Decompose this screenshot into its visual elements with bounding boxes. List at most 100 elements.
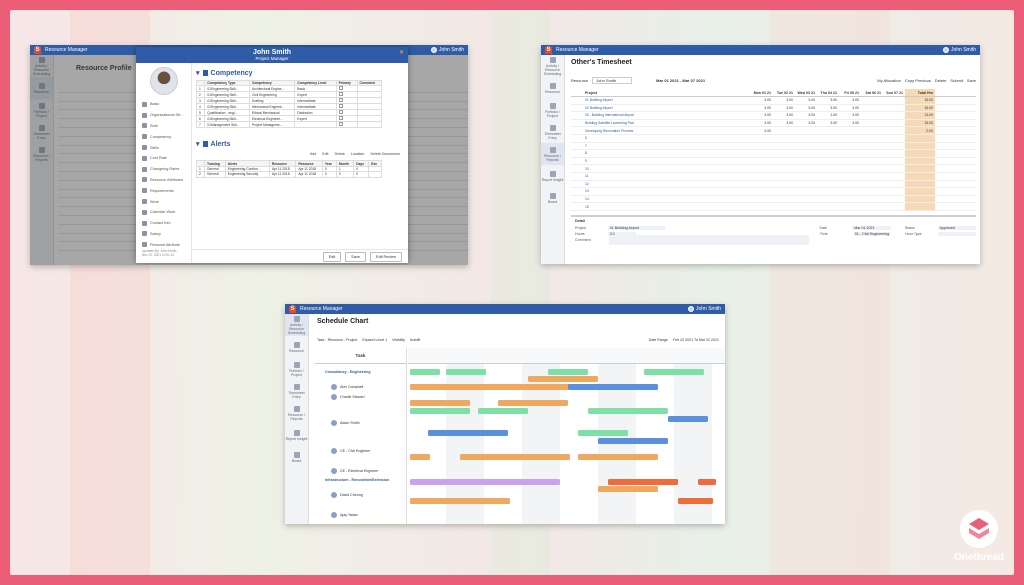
resource-select[interactable]: John Smith [592, 76, 633, 84]
delete-button[interactable]: Delete [334, 152, 344, 156]
sidebar-item-reports[interactable]: Resource / Reports [541, 143, 564, 165]
resource-row[interactable]: Adam Smith [315, 420, 407, 426]
sidebar-item-scheduling[interactable]: Activity / Resource Scheduling [541, 55, 564, 77]
timesheet-row[interactable]: 12 [571, 180, 976, 189]
timesheet-row[interactable]: 15 [571, 203, 976, 211]
nav-item-cost-rate[interactable]: Cost Rate [136, 153, 191, 164]
user-menu[interactable]: John Smith [942, 47, 976, 53]
sidebar-item-resource[interactable]: Resource [541, 77, 564, 99]
nav-item-skills[interactable]: Skills [136, 142, 191, 153]
date-field[interactable]: Mar 01 2021 [852, 225, 891, 231]
timesheet-row[interactable]: 7 [571, 142, 976, 151]
delete-documents-button[interactable]: Delete Documents [370, 152, 400, 156]
resource-row[interactable]: David Cheung [315, 492, 407, 498]
resource-row[interactable]: Ajay Yadav [315, 512, 407, 518]
primary-checkbox[interactable] [338, 116, 343, 121]
nav-item-calendar[interactable]: Calendar Work [136, 207, 191, 218]
copy-previous-button[interactable]: Copy Previous [905, 78, 931, 83]
project-field[interactable]: 01 Building Airport [607, 225, 666, 231]
gantt-bar[interactable] [638, 408, 668, 414]
close-icon[interactable]: ✕ [399, 49, 404, 56]
visibility-button[interactable]: Visibility [392, 338, 405, 342]
nav-item-org[interactable]: Organizational Str... [136, 110, 191, 121]
gantt-bar[interactable] [410, 400, 470, 406]
gantt-bar[interactable] [598, 486, 658, 492]
sidebar-item-reports[interactable]: Resource / Reports [285, 402, 308, 424]
sidebar-item-timesheet[interactable]: Timesheet Entry [541, 121, 564, 143]
gantt-bar[interactable] [644, 369, 704, 375]
timesheet-row[interactable]: 14 [571, 195, 976, 204]
resource-row[interactable]: CE - Electrical Engineer [315, 468, 407, 474]
timesheet-row[interactable]: 6 [571, 134, 976, 143]
edit-button[interactable]: Edit [322, 152, 328, 156]
user-menu[interactable]: John Smith [687, 306, 721, 312]
primary-checkbox[interactable] [338, 110, 343, 115]
date-range-field[interactable]: Feb 22 2021 To Mar 31 2021 [673, 338, 719, 342]
primary-checkbox[interactable] [338, 122, 343, 127]
nav-item-changelog[interactable]: Changelog Rates [136, 164, 191, 175]
edit-review-button[interactable]: Edit Review [369, 251, 402, 262]
role-field[interactable]: 01 - Civil Engineering [852, 231, 892, 237]
delete-button[interactable]: Delete [935, 78, 947, 83]
sidebar-item-board[interactable]: Board [285, 446, 308, 468]
gantt-bar[interactable] [498, 400, 568, 406]
table-row[interactable]: 7 01Management Skil... Project Manageme... [195, 121, 382, 129]
gantt-bar[interactable] [548, 369, 588, 375]
nav-item-salary[interactable]: Salary [136, 229, 191, 240]
hour-type-field[interactable] [937, 231, 976, 237]
save-button[interactable]: Save [967, 78, 976, 83]
location-button[interactable]: Location [351, 152, 365, 156]
timesheet-row[interactable]: 10 [571, 165, 976, 173]
nav-item-competency[interactable]: Competency [136, 131, 191, 142]
resource-row[interactable]: Alex Campbell [315, 384, 407, 390]
nav-item-attributes[interactable]: Resource Attributes [136, 175, 191, 186]
edit-button[interactable]: Edit [322, 251, 342, 262]
nav-item-contact[interactable]: Contact Info [136, 218, 191, 229]
sidebar-item-portfolio[interactable]: Portfolio / Project [541, 99, 564, 121]
gantt-bar[interactable] [598, 438, 668, 444]
timesheet-row[interactable]: 03 - Building International Airport 3.00 3… [571, 112, 976, 120]
gantt-bar[interactable] [528, 376, 598, 382]
timesheet-row[interactable]: 8 [571, 150, 976, 158]
add-button[interactable]: Add [310, 152, 316, 156]
autofit-checkbox[interactable]: Autofit [410, 338, 420, 342]
expand-level-button[interactable]: Expand Level 1 [362, 338, 387, 342]
nav-item-work[interactable]: Work [136, 196, 191, 207]
gantt-bar[interactable] [428, 430, 508, 436]
gantt-bar[interactable] [698, 479, 716, 485]
sidebar-item-insight[interactable]: Report Insight [541, 165, 564, 187]
nav-item-role[interactable]: Role [136, 121, 191, 132]
timesheet-row[interactable]: 11 [571, 172, 976, 181]
primary-checkbox[interactable] [338, 104, 343, 109]
timesheet-row[interactable]: 9 [571, 157, 976, 166]
gantt-bar[interactable] [410, 479, 560, 485]
submit-button[interactable]: Submit [950, 78, 962, 83]
my-allocation-button[interactable]: My Allocation [877, 78, 901, 83]
sidebar-item-board[interactable]: Board [541, 187, 564, 209]
user-menu[interactable]: John Smith [430, 47, 464, 53]
table-row[interactable]: 2 General Engineering Security Apr 11 2018 A… [196, 171, 382, 178]
nav-item-requirements[interactable]: Requirements [136, 185, 191, 196]
view-select[interactable]: Task - Resource - Project [317, 338, 357, 342]
timesheet-row[interactable]: 02 Building Airport 3.00 3.00 3.00 3.00 3.00 1… [571, 104, 976, 113]
timesheet-row[interactable]: Building Satellite Launching Pad 3.00 3.00… [571, 119, 976, 128]
gantt-bar[interactable] [410, 454, 430, 460]
gantt-bar[interactable] [410, 498, 510, 504]
gantt-bar[interactable] [578, 430, 628, 436]
comment-field[interactable] [609, 235, 809, 245]
gantt-bar[interactable] [460, 454, 570, 460]
resource-row[interactable]: CE - Civil Engineer [315, 448, 407, 454]
nav-item-basic[interactable]: Basic [136, 99, 191, 110]
gantt-bar[interactable] [410, 408, 470, 414]
sidebar-item-timesheet[interactable]: Timesheet Entry [285, 380, 308, 402]
primary-checkbox[interactable] [338, 98, 343, 103]
gantt-bar[interactable] [678, 498, 713, 504]
gantt-bar[interactable] [410, 369, 440, 375]
task-group[interactable]: Consultancy - Engineering [315, 370, 407, 374]
task-group[interactable]: Infrastructure - Renovation/Extension [315, 478, 407, 482]
gantt-bar[interactable] [568, 384, 658, 390]
gantt-bar[interactable] [668, 416, 708, 422]
sidebar-item-portfolio[interactable]: Portfolio / Project [285, 358, 308, 380]
save-button[interactable]: Save [345, 251, 366, 262]
timesheet-row[interactable]: 01 Building Airport 3.00 3.00 3.00 3.00 3.00 1… [571, 97, 976, 105]
